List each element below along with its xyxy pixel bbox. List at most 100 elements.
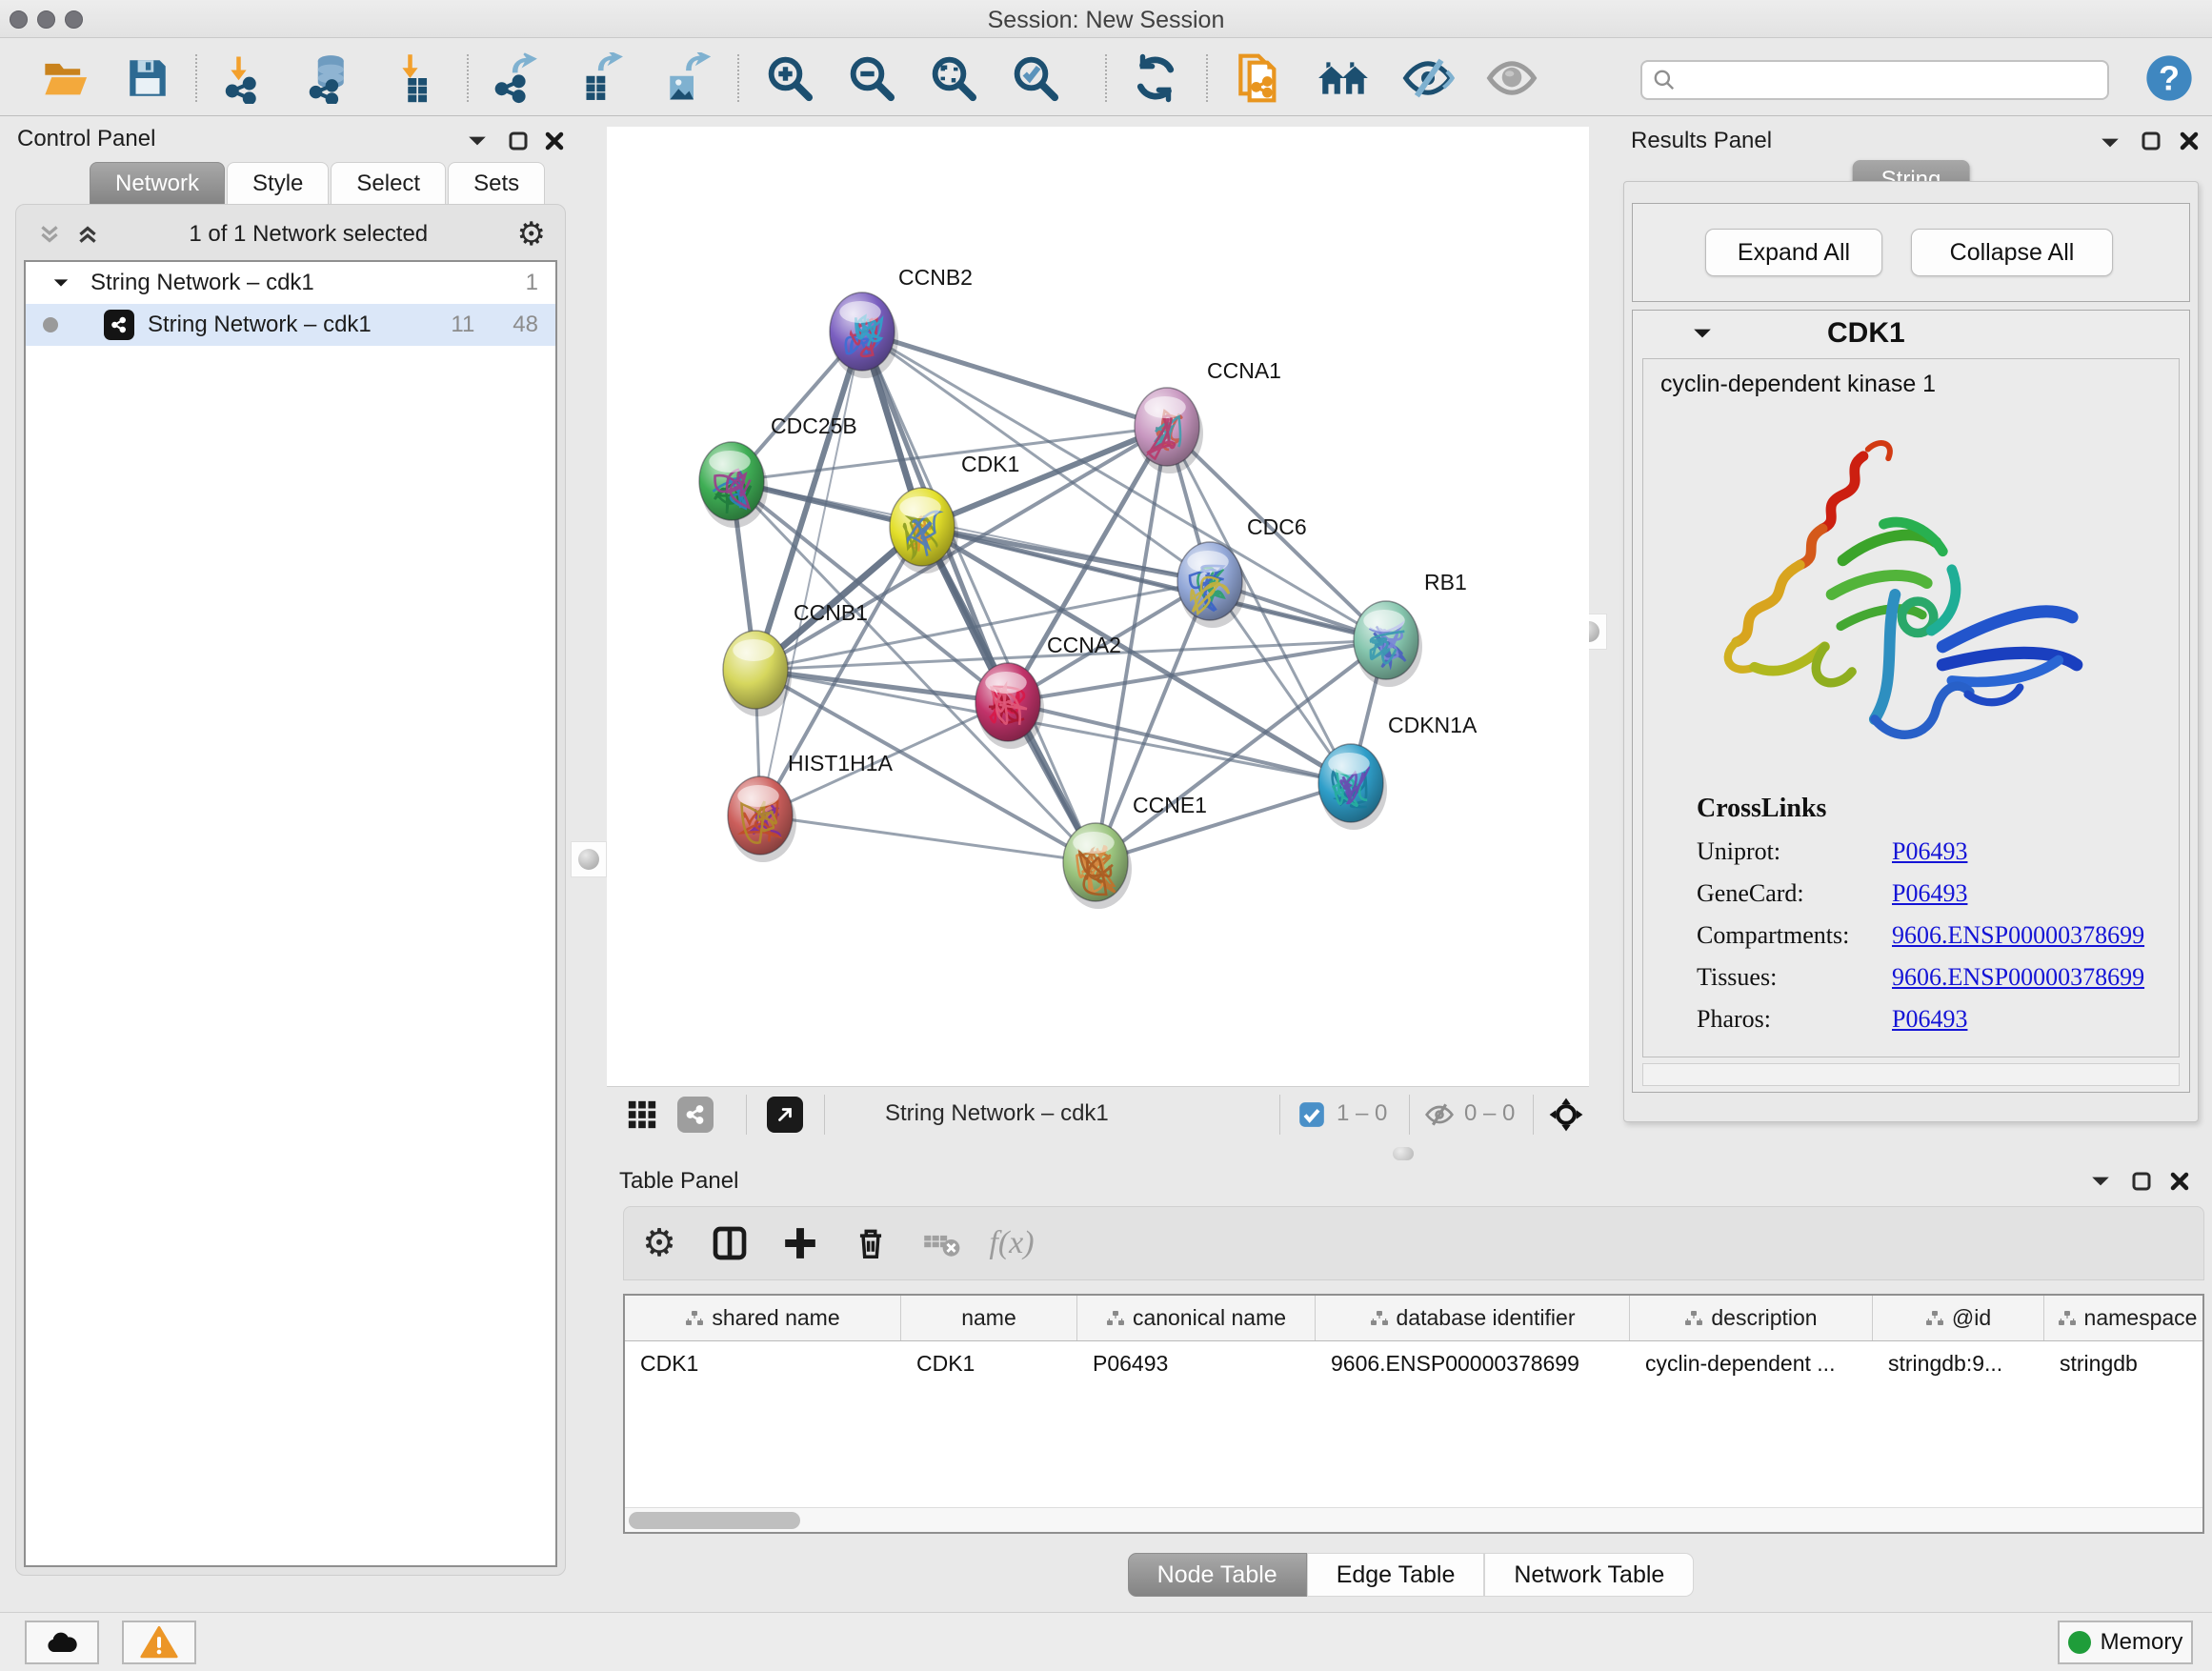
warnings-button[interactable] bbox=[122, 1621, 196, 1664]
table-cell[interactable]: P06493 bbox=[1077, 1341, 1316, 1385]
import-database-icon[interactable] bbox=[301, 50, 356, 106]
network-node-cdkn1a[interactable]: CDKN1A bbox=[1318, 713, 1478, 830]
delete-column-icon[interactable] bbox=[835, 1215, 906, 1272]
panel-menu-icon[interactable] bbox=[2090, 1174, 2111, 1194]
table-cell[interactable]: CDK1 bbox=[901, 1341, 1077, 1385]
node-label: CCNB2 bbox=[898, 265, 973, 290]
collapse-all-button[interactable]: Collapse All bbox=[1911, 229, 2113, 276]
clone-network-icon[interactable] bbox=[1231, 50, 1286, 106]
network-node-ccna1[interactable]: CCNA1 bbox=[1135, 358, 1281, 473]
add-column-icon[interactable] bbox=[765, 1215, 835, 1272]
show-columns-icon[interactable] bbox=[694, 1215, 765, 1272]
network-options-gear-icon[interactable]: ⚙ bbox=[517, 215, 546, 253]
expand-all-button[interactable]: Expand All bbox=[1705, 229, 1882, 276]
table-cell[interactable]: CDK1 bbox=[625, 1341, 901, 1385]
home-networks-icon[interactable] bbox=[1317, 50, 1372, 106]
save-session-icon[interactable] bbox=[120, 50, 175, 106]
crosslink-link[interactable]: P06493 bbox=[1892, 1005, 1967, 1034]
network-edge[interactable] bbox=[755, 670, 1008, 702]
network-edge-count: 48 bbox=[513, 312, 538, 338]
panel-close-icon[interactable] bbox=[2178, 130, 2201, 157]
export-image-icon[interactable] bbox=[657, 50, 713, 106]
network-view-icon[interactable] bbox=[677, 1097, 714, 1133]
network-canvas[interactable]: CCNB2CCNA1CDC25BCDK1CDC6RB1CCNB1CCNA2CDK… bbox=[607, 127, 1589, 1086]
column-type-icon bbox=[685, 1310, 704, 1327]
panel-float-icon[interactable] bbox=[2130, 1170, 2153, 1198]
column-header-name[interactable]: name bbox=[901, 1296, 1077, 1340]
import-network-icon[interactable] bbox=[215, 50, 271, 106]
export-network-icon[interactable] bbox=[486, 50, 541, 106]
crosslink-label: Tissues: bbox=[1697, 963, 1892, 992]
table-cell[interactable]: cyclin-dependent ... bbox=[1630, 1341, 1873, 1385]
table-cell[interactable]: 9606.ENSP00000378699 bbox=[1316, 1341, 1630, 1385]
collapse-all-icon[interactable] bbox=[37, 222, 62, 247]
panel-close-icon[interactable] bbox=[2168, 1170, 2191, 1198]
network-collection-row[interactable]: String Network – cdk1 1 bbox=[26, 262, 555, 304]
scrollbar-thumb[interactable] bbox=[629, 1512, 800, 1529]
tab-style[interactable]: Style bbox=[227, 162, 329, 204]
tab-sets[interactable]: Sets bbox=[448, 162, 545, 204]
tab-edge-table[interactable]: Edge Table bbox=[1307, 1553, 1485, 1597]
tab-node-table[interactable]: Node Table bbox=[1128, 1553, 1307, 1597]
network-edge[interactable] bbox=[862, 332, 1167, 427]
network-row[interactable]: String Network – cdk1 11 48 bbox=[26, 304, 555, 346]
expand-all-icon[interactable] bbox=[75, 222, 100, 247]
zoom-in-icon[interactable] bbox=[762, 50, 817, 106]
search-field[interactable] bbox=[1640, 60, 2109, 100]
entry-expander-icon[interactable] bbox=[1692, 326, 1713, 341]
network-node-ccnb1[interactable]: CCNB1 bbox=[723, 600, 868, 716]
table-horizontal-scrollbar[interactable] bbox=[625, 1507, 2202, 1532]
crosslink-link[interactable]: 9606.ENSP00000378699 bbox=[1892, 963, 2144, 992]
zoom-fit-icon[interactable] bbox=[926, 50, 981, 106]
export-table-icon[interactable] bbox=[572, 50, 627, 106]
column-header-sharedname[interactable]: shared name bbox=[625, 1296, 901, 1340]
search-input[interactable] bbox=[1677, 64, 2107, 96]
results-scrollbar[interactable] bbox=[1642, 1063, 2180, 1086]
network-edge[interactable] bbox=[862, 332, 1096, 862]
network-edge[interactable] bbox=[760, 815, 1096, 862]
tab-network[interactable]: Network bbox=[90, 162, 225, 204]
column-header-databaseidentifier[interactable]: database identifier bbox=[1316, 1296, 1630, 1340]
crosslink-link[interactable]: P06493 bbox=[1892, 879, 1967, 908]
tab-select[interactable]: Select bbox=[331, 162, 446, 204]
column-header-id[interactable]: @id bbox=[1873, 1296, 2044, 1340]
cloud-status-button[interactable] bbox=[25, 1621, 99, 1664]
column-header-namespace[interactable]: namespace bbox=[2044, 1296, 2204, 1340]
table-row[interactable]: CDK1CDK1P064939606.ENSP00000378699cyclin… bbox=[625, 1341, 2202, 1385]
memory-button[interactable]: Memory bbox=[2058, 1621, 2193, 1664]
network-edge[interactable] bbox=[862, 332, 1386, 640]
table-settings-gear-icon[interactable]: ⚙ bbox=[624, 1215, 694, 1272]
panel-float-icon[interactable] bbox=[507, 130, 530, 157]
open-session-icon[interactable] bbox=[38, 50, 93, 106]
collection-expander-icon[interactable] bbox=[52, 276, 70, 290]
results-buttons-card: Expand All Collapse All bbox=[1632, 203, 2190, 302]
network-node-rb1[interactable]: RB1 bbox=[1354, 570, 1467, 687]
network-node-hist1h1a[interactable]: HIST1H1A bbox=[728, 751, 894, 862]
panel-float-icon[interactable] bbox=[2140, 130, 2162, 157]
import-table-icon[interactable] bbox=[387, 50, 442, 106]
panel-menu-icon[interactable] bbox=[2100, 135, 2121, 155]
table-cell[interactable]: stringdb bbox=[2044, 1341, 2204, 1385]
crosslink-link[interactable]: 9606.ENSP00000378699 bbox=[1892, 921, 2144, 950]
birds-eye-view-icon[interactable] bbox=[1548, 1097, 1584, 1133]
selected-checkbox-icon[interactable] bbox=[1298, 1101, 1325, 1128]
left-splitter-handle[interactable] bbox=[571, 841, 607, 877]
panel-menu-icon[interactable] bbox=[467, 133, 488, 153]
detach-view-icon[interactable] bbox=[767, 1097, 803, 1133]
hide-selected-eye-icon[interactable] bbox=[1400, 50, 1456, 106]
column-header-description[interactable]: description bbox=[1630, 1296, 1873, 1340]
network-node-ccna2[interactable]: CCNA2 bbox=[975, 633, 1121, 749]
zoom-selected-icon[interactable] bbox=[1008, 50, 1063, 106]
column-header-canonicalname[interactable]: canonical name bbox=[1077, 1296, 1316, 1340]
window-title: Session: New Session bbox=[0, 7, 2212, 34]
panel-close-icon[interactable] bbox=[543, 130, 566, 157]
crosslink-link[interactable]: P06493 bbox=[1892, 837, 1967, 866]
refresh-icon[interactable] bbox=[1128, 50, 1183, 106]
tab-network-table[interactable]: Network Table bbox=[1484, 1553, 1694, 1597]
table-cell[interactable]: stringdb:9... bbox=[1873, 1341, 2044, 1385]
help-icon[interactable]: ? bbox=[2142, 50, 2197, 106]
zoom-out-icon[interactable] bbox=[844, 50, 899, 106]
network-edge[interactable] bbox=[1008, 702, 1351, 783]
grid-view-icon[interactable] bbox=[626, 1098, 658, 1131]
horizontal-splitter-handle[interactable] bbox=[1393, 1147, 1414, 1160]
